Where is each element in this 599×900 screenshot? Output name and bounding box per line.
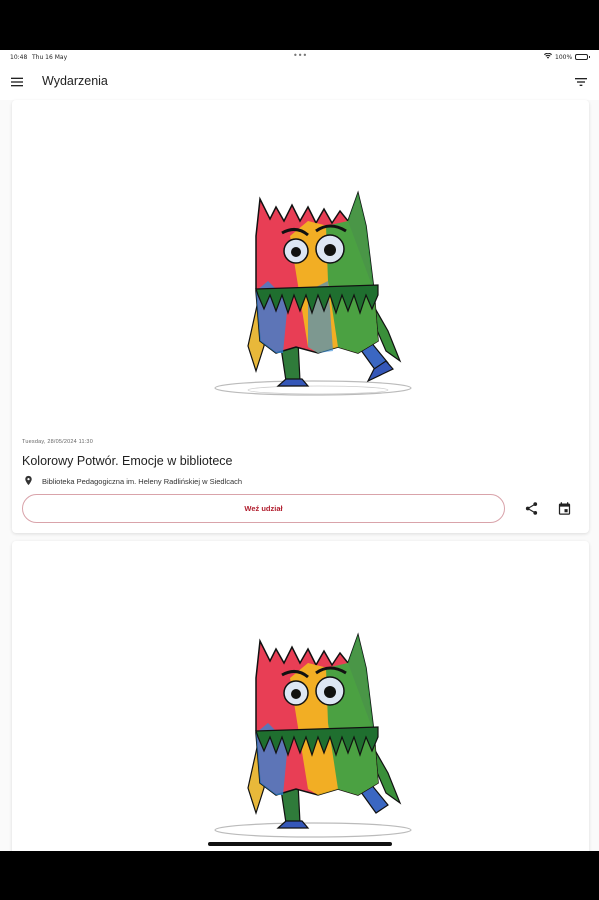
status-date: Thu 16 May — [32, 54, 68, 61]
page-title: Wydarzenia — [42, 74, 108, 88]
app-screen: 10:48 Thu 16 May ••• 100% Wydarzenia Tue… — [0, 50, 599, 851]
location-pin-icon — [25, 475, 32, 486]
multitasking-dots[interactable]: ••• — [293, 51, 307, 60]
battery-percent: 100% — [555, 54, 573, 61]
event-location: Biblioteka Pedagogiczna im. Heleny Radli… — [42, 477, 243, 486]
filter-icon[interactable] — [573, 74, 589, 90]
battery-icon — [575, 54, 590, 60]
share-icon[interactable] — [524, 501, 539, 516]
add-to-calendar-icon[interactable] — [557, 501, 572, 516]
event-datetime: Tuesday, 28/05/2024 11:30 — [22, 439, 93, 445]
event-image-color-monster[interactable] — [208, 181, 418, 401]
event-title[interactable]: Kolorowy Potwór. Emocje w bibliotece — [22, 454, 233, 468]
join-button[interactable]: Weź udział — [22, 494, 505, 523]
home-indicator[interactable] — [208, 842, 392, 846]
status-time: 10:48 — [10, 54, 28, 61]
wifi-icon — [544, 53, 552, 59]
event-card[interactable]: Tuesday, 28/05/2024 11:30 Kolorowy Potwó… — [12, 100, 589, 533]
event-card[interactable] — [12, 541, 589, 851]
app-bar: Wydarzenia — [0, 64, 599, 100]
event-image-color-monster[interactable] — [208, 623, 418, 843]
hamburger-menu-icon[interactable] — [9, 74, 25, 90]
status-bar: 10:48 Thu 16 May ••• 100% — [0, 50, 599, 64]
